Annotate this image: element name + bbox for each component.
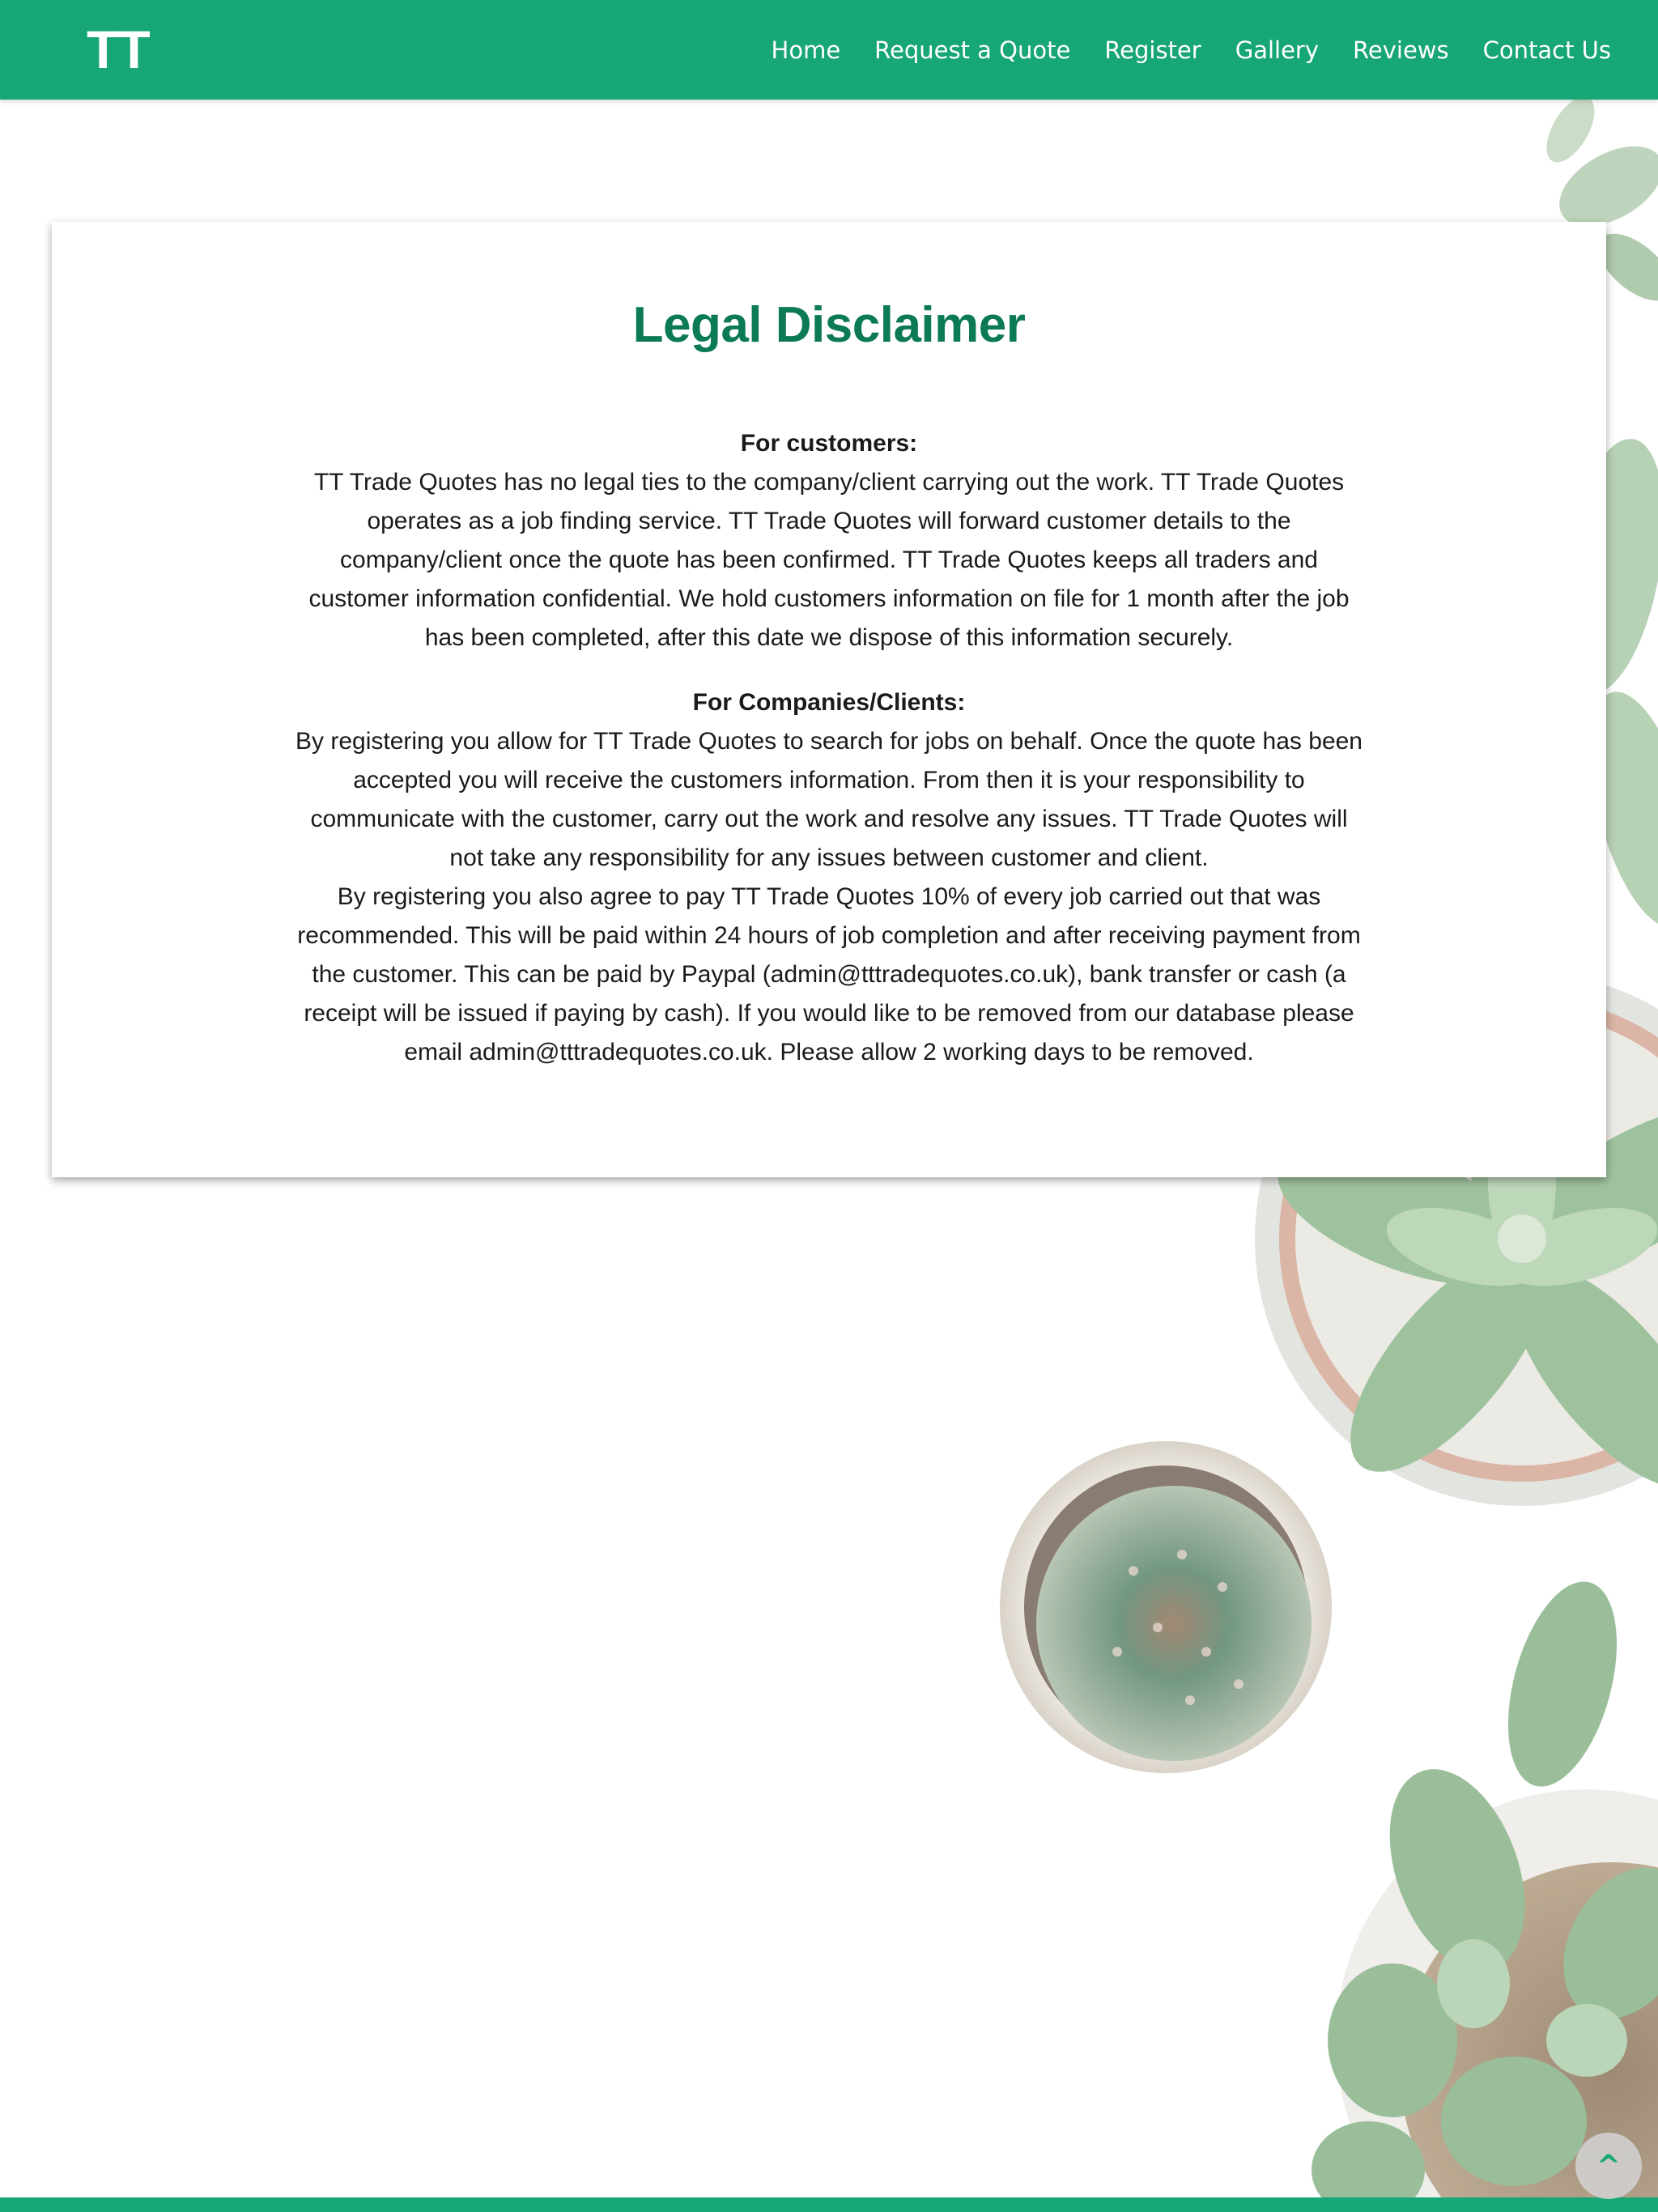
- nav-home[interactable]: Home: [772, 36, 841, 64]
- page-title: Legal Disclaimer: [632, 297, 1026, 353]
- footer-bar: [0, 2197, 1658, 2212]
- nav-reviews[interactable]: Reviews: [1353, 36, 1449, 64]
- disclaimer-content: For customers: TT Trade Quotes has no le…: [291, 424, 1367, 1072]
- nav-request-quote[interactable]: Request a Quote: [874, 36, 1070, 64]
- main-nav: Home Request a Quote Register Gallery Re…: [772, 0, 1611, 100]
- customers-heading: For customers:: [740, 430, 918, 457]
- disclaimer-card: Legal Disclaimer For customers: TT Trade…: [52, 222, 1606, 1177]
- companies-paragraph-1: By registering you allow for TT Trade Qu…: [295, 728, 1363, 871]
- nav-register[interactable]: Register: [1104, 36, 1201, 64]
- companies-paragraph-2: By registering you also agree to pay TT …: [297, 883, 1361, 1066]
- site-logo[interactable]: TT: [87, 18, 151, 81]
- caret-up-icon: ^: [1596, 2149, 1622, 2183]
- top-navbar: TT Home Request a Quote Register Gallery…: [0, 0, 1658, 100]
- customers-paragraph: TT Trade Quotes has no legal ties to the…: [308, 469, 1350, 651]
- nav-gallery[interactable]: Gallery: [1235, 36, 1319, 64]
- companies-heading: For Companies/Clients:: [692, 689, 966, 716]
- nav-contact-us[interactable]: Contact Us: [1483, 36, 1611, 64]
- back-to-top-button[interactable]: ^: [1575, 2133, 1642, 2199]
